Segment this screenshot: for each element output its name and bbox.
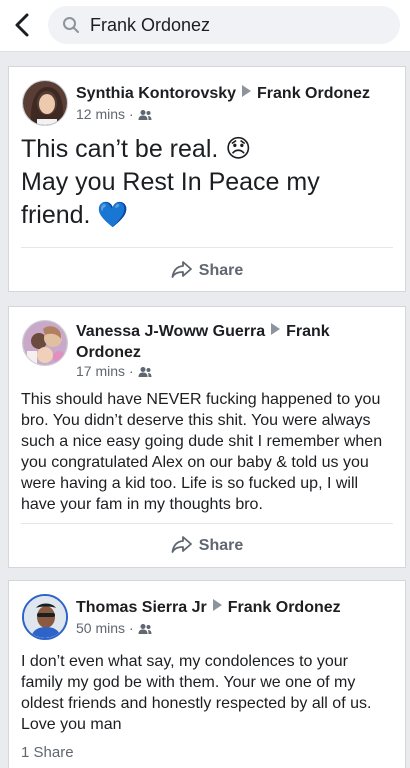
arrow-right-icon (242, 85, 252, 97)
post-text-line: family my god be with them. Your we one … (21, 674, 356, 691)
post-header: Synthia Kontorovsky Frank Ordonez (76, 83, 395, 104)
back-arrow-icon[interactable] (8, 10, 38, 40)
post-text-line: oldest friends and honestly respected by… (21, 695, 372, 712)
post-text-line: Love you man (21, 716, 122, 733)
avatar[interactable] (22, 594, 68, 640)
share-count[interactable]: 1 Share (21, 744, 74, 761)
target-name-cont[interactable]: Ordonez (76, 344, 141, 361)
target-name[interactable]: Frank (286, 323, 330, 340)
post-text-line: were having a kid too. Life is so fucked… (21, 475, 359, 492)
post-time[interactable]: 17 mins (76, 363, 125, 379)
post-text-line: friend. 💙 (21, 201, 129, 229)
post-text-line: May you Rest In Peace my (21, 168, 320, 196)
search-icon (62, 16, 80, 34)
share-label: Share (198, 537, 244, 554)
author-name[interactable]: Thomas Sierra Jr (76, 599, 207, 616)
post-card: Synthia Kontorovsky Frank Ordonez 12 mins… (8, 66, 406, 292)
post-meta: 12 mins · (76, 105, 152, 123)
post-text: This should have NEVER fucking happened … (21, 389, 395, 515)
post-card: Thomas Sierra Jr Frank Ordonez 50 mins · I… (8, 580, 406, 768)
post-text-line: I don’t even what say, my condolences to… (21, 653, 348, 670)
share-button[interactable]: Share (9, 249, 405, 293)
post-card: Vanessa J-Woww Guerra Frank Ordonez 17 mi… (8, 306, 406, 568)
arrow-right-icon (212, 599, 222, 611)
post-header: Thomas Sierra Jr Frank Ordonez (76, 597, 395, 618)
search-input[interactable] (90, 6, 390, 44)
share-label: Share (198, 262, 244, 279)
post-text-line: bro. You didn’t deserve this shit. You w… (21, 412, 371, 429)
post-text-line: you congratulated Alex on our baby & tol… (21, 454, 369, 471)
divider (21, 247, 393, 248)
share-icon (171, 535, 199, 558)
post-meta: 17 mins · (76, 362, 152, 380)
post-text-line: have your fam in my thoughts bro. (21, 496, 263, 513)
search-bar[interactable] (48, 6, 400, 44)
post-meta: 50 mins · (76, 619, 152, 637)
target-name[interactable]: Frank Ordonez (228, 599, 341, 616)
friends-icon (138, 363, 152, 379)
share-button[interactable]: Share (9, 524, 405, 568)
post-text-line: such a nice easy going dude shit I remem… (21, 433, 383, 450)
post-text: This can’t be real. 😞 May you Rest In Pe… (21, 133, 395, 232)
friends-icon (138, 620, 152, 636)
avatar[interactable] (22, 80, 68, 126)
friends-icon (138, 106, 152, 122)
post-header: Vanessa J-Woww Guerra Frank Ordonez (76, 321, 395, 363)
post-time[interactable]: 50 mins (76, 620, 125, 636)
author-name[interactable]: Vanessa J-Woww Guerra (76, 323, 265, 340)
target-name[interactable]: Frank Ordonez (257, 85, 370, 102)
avatar[interactable] (22, 320, 68, 366)
top-bar (0, 0, 410, 52)
post-text: I don’t even what say, my condolences to… (21, 651, 395, 735)
post-text-line: This can’t be real. 😞 (21, 135, 252, 163)
post-time[interactable]: 12 mins (76, 106, 125, 122)
share-icon (171, 260, 199, 283)
post-text-line: This should have NEVER fucking happened … (21, 391, 381, 408)
author-name[interactable]: Synthia Kontorovsky (76, 85, 236, 102)
arrow-right-icon (271, 323, 281, 335)
